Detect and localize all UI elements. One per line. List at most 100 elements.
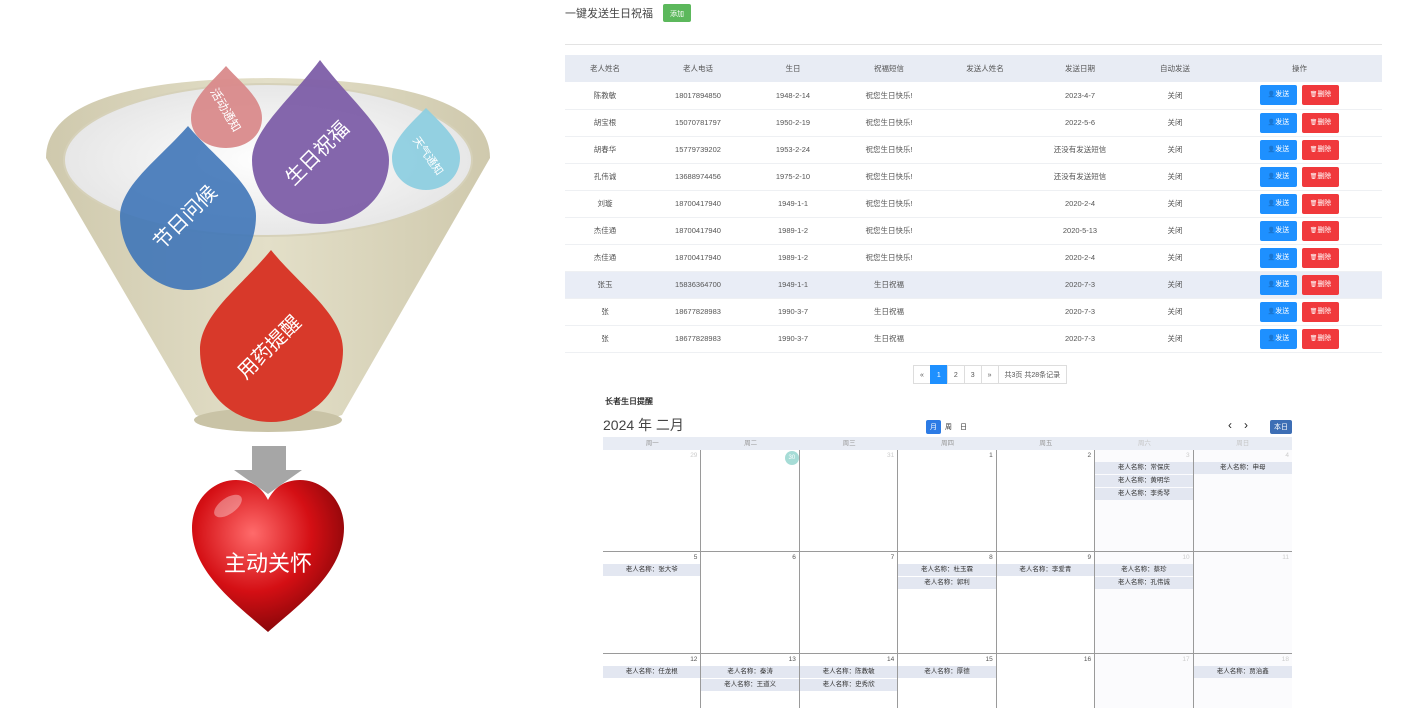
calendar-event[interactable]: 老人名称：李爱青 — [996, 564, 1095, 576]
delete-button[interactable]: 🗑删除 — [1302, 166, 1339, 187]
calendar-event[interactable]: 老人名称：黄明华 — [1095, 475, 1193, 487]
calendar-day[interactable]: 7 — [800, 552, 899, 653]
cell-name: 胡宝根 — [565, 109, 645, 137]
send-button[interactable]: 👤发送 — [1260, 166, 1297, 187]
calendar-day[interactable]: 1 — [898, 450, 997, 551]
calendar-event[interactable]: 老人名称：陈教敏 — [799, 666, 898, 678]
send-button[interactable]: 👤发送 — [1260, 220, 1297, 241]
calendar-day[interactable]: 2 — [997, 450, 1096, 551]
delete-button[interactable]: 🗑删除 — [1302, 112, 1339, 133]
calendar-day[interactable]: 31 — [800, 450, 899, 551]
calendar-day[interactable]: 29 — [603, 450, 702, 551]
calendar-week: 29 30 31 1 2 3 老人名称：常保庆 老人名称：黄明华 老人名称：李秀琴 4 老人名称：申… — [603, 450, 1292, 552]
calendar-day[interactable]: 15 老人名称：厚德 — [898, 654, 997, 708]
calendar-event[interactable]: 老人名称：任龙根 — [603, 666, 701, 678]
day-number: 17 — [1182, 656, 1190, 663]
calendar-view-1[interactable]: 周 — [941, 420, 956, 434]
delete-button[interactable]: 🗑删除 — [1302, 139, 1339, 160]
cell-sms: 生日祝福 — [835, 325, 943, 353]
delete-button[interactable]: 🗑删除 — [1302, 328, 1339, 349]
calendar-day[interactable]: 10 老人名称：蔡珍 老人名称：孔伟诚 — [1095, 552, 1194, 653]
delete-button[interactable]: 🗑删除 — [1302, 301, 1339, 322]
calendar-today-button[interactable]: 本日 — [1270, 420, 1292, 434]
calendar-day[interactable]: 11 — [1193, 552, 1292, 653]
delete-button[interactable]: 🗑删除 — [1302, 85, 1339, 106]
calendar-day[interactable]: 5 老人名称：张大爷 — [603, 552, 702, 653]
cell-actions: 👤发送 🗑删除 — [1217, 136, 1382, 164]
cell-date: 2020-2-4 — [1027, 244, 1133, 272]
pager-prev[interactable]: « — [913, 365, 931, 384]
calendar-event[interactable]: 老人名称：厚德 — [898, 666, 996, 678]
calendar-event[interactable]: 老人名称：张大爷 — [603, 564, 701, 576]
heart-icon: 主动关怀 — [192, 480, 344, 632]
cell-auto: 关闭 — [1133, 136, 1217, 164]
cell-date: 还没有发送短信 — [1027, 163, 1133, 191]
pager-next[interactable]: » — [980, 365, 999, 384]
calendar-event[interactable]: 老人名称：史秀欣 — [799, 679, 898, 691]
cell-sms: 祝您生日快乐! — [835, 244, 943, 272]
col-actions: 操作 — [1217, 55, 1382, 82]
send-button[interactable]: 👤发送 — [1260, 301, 1297, 322]
send-button[interactable]: 👤发送 — [1260, 247, 1297, 268]
delete-button[interactable]: 🗑删除 — [1302, 247, 1339, 268]
calendar-next-icon[interactable]: › — [1244, 418, 1248, 432]
calendar-week: 5 老人名称：张大爷 6 7 8 老人名称：杜玉霖 老人名称：郭利 9 老人名称：李爱青 10 老人… — [603, 552, 1292, 654]
calendar-day[interactable]: 17 — [1095, 654, 1194, 708]
calendar-event[interactable]: 老人名称：王道义 — [701, 679, 799, 691]
delete-button[interactable]: 🗑删除 — [1302, 274, 1339, 295]
cell-birthday: 1990-3-7 — [751, 325, 835, 353]
pager-page[interactable]: 1 — [929, 365, 948, 384]
calendar-day[interactable]: 18 老人名称：贾治鑫 — [1193, 654, 1292, 708]
calendar-week: 12 老人名称：任龙根 13 老人名称：秦涛 老人名称：王道义 14 老人名称：陈教敏 老人名… — [603, 654, 1292, 708]
pager-page[interactable]: 2 — [946, 365, 965, 384]
send-label: 发送 — [1275, 172, 1290, 180]
day-number: 1 — [989, 452, 993, 459]
send-button[interactable]: 👤发送 — [1260, 193, 1297, 214]
pager-page[interactable]: 3 — [963, 365, 982, 384]
send-button[interactable]: 👤发送 — [1260, 328, 1297, 349]
cell-auto: 关闭 — [1133, 190, 1217, 218]
delete-button[interactable]: 🗑删除 — [1302, 193, 1339, 214]
send-button[interactable]: 👤发送 — [1260, 139, 1297, 160]
calendar-event[interactable]: 老人名称：秦涛 — [701, 666, 799, 678]
calendar-day[interactable]: 30 — [701, 450, 800, 551]
add-button[interactable]: 添加 — [663, 4, 691, 22]
table-row: 杰佳通 18700417940 1989-1-2 祝您生日快乐! 2020-5-13 关闭… — [565, 217, 1382, 245]
calendar-day[interactable]: 9 老人名称：李爱青 — [996, 552, 1096, 653]
calendar-event[interactable]: 老人名称：贾治鑫 — [1193, 666, 1292, 678]
calendar-view-0[interactable]: 月 — [926, 420, 941, 434]
calendar-event[interactable]: 老人名称：李秀琴 — [1095, 488, 1193, 500]
calendar-event[interactable]: 老人名称：常保庆 — [1095, 462, 1193, 474]
cell-birthday: 1975-2-10 — [751, 163, 835, 191]
calendar-day[interactable]: 16 — [997, 654, 1096, 708]
calendar-day[interactable]: 4 老人名称：申母 — [1193, 450, 1292, 551]
calendar-event[interactable]: 老人名称：杜玉霖 — [898, 564, 996, 576]
heart-label: 主动关怀 — [224, 552, 312, 577]
calendar-event[interactable]: 老人名称：申母 — [1193, 462, 1292, 474]
calendar-day[interactable]: 12 老人名称：任龙根 — [603, 654, 702, 708]
calendar-event[interactable]: 老人名称：孔伟诚 — [1095, 577, 1193, 589]
cell-birthday: 1989-1-2 — [751, 244, 835, 272]
toolbar: 一键发送生日祝福 添加 — [565, 3, 691, 23]
send-button[interactable]: 👤发送 — [1260, 85, 1297, 106]
calendar-event[interactable]: 老人名称：郭利 — [898, 577, 996, 589]
delete-button[interactable]: 🗑删除 — [1302, 220, 1339, 241]
calendar-day[interactable]: 14 老人名称：陈教敏 老人名称：史秀欣 — [799, 654, 899, 708]
send-button[interactable]: 👤发送 — [1260, 274, 1297, 295]
send-label: 发送 — [1275, 226, 1290, 234]
weekday-label: 周三 — [842, 440, 856, 447]
cell-phone: 18700417940 — [645, 244, 751, 272]
calendar-day[interactable]: 3 老人名称：常保庆 老人名称：黄明华 老人名称：李秀琴 — [1095, 450, 1194, 551]
send-button[interactable]: 👤发送 — [1260, 112, 1297, 133]
cell-phone: 18677828983 — [645, 325, 751, 353]
cell-sms: 祝您生日快乐! — [835, 217, 943, 245]
calendar-prev-icon[interactable]: ‹ — [1228, 418, 1232, 432]
cell-name: 胡春华 — [565, 136, 645, 164]
day-number: 29 — [690, 452, 698, 459]
calendar-day[interactable]: 13 老人名称：秦涛 老人名称：王道义 — [701, 654, 800, 708]
calendar-event[interactable]: 老人名称：蔡珍 — [1095, 564, 1193, 576]
cell-sms: 祝您生日快乐! — [835, 136, 943, 164]
calendar-day[interactable]: 8 老人名称：杜玉霖 老人名称：郭利 — [898, 552, 997, 653]
calendar-view-2[interactable]: 日 — [956, 420, 971, 434]
calendar-day[interactable]: 6 — [701, 552, 800, 653]
